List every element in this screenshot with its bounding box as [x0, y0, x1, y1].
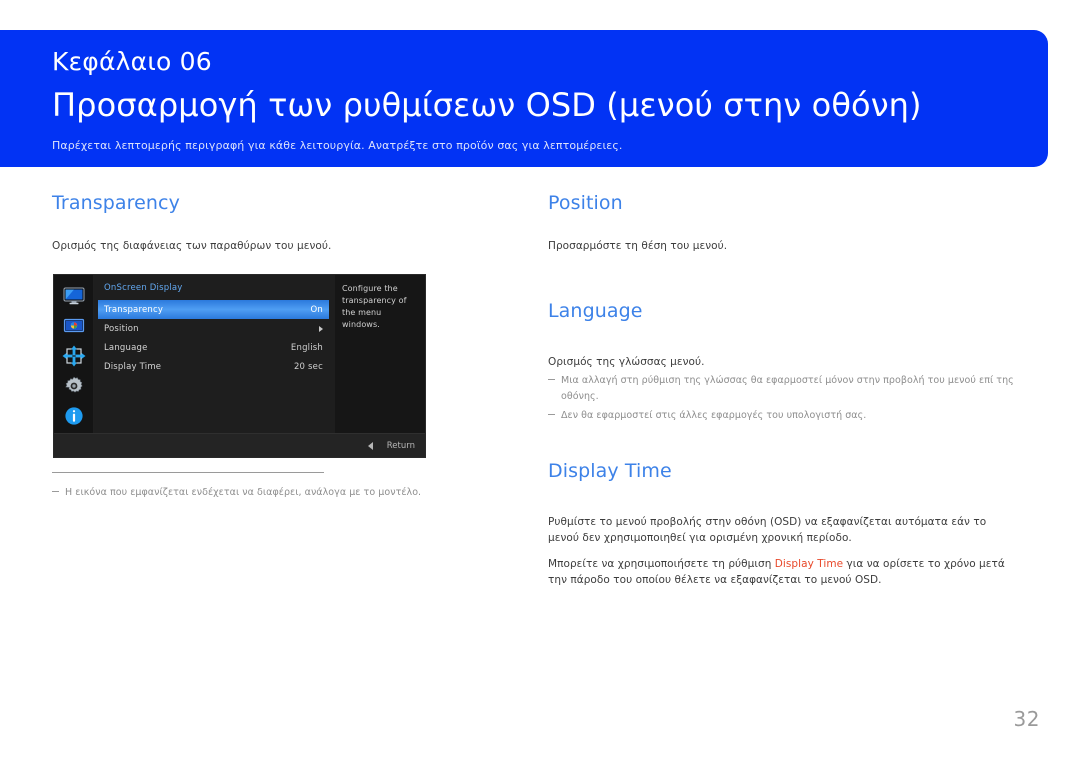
- display-time-description-2: Μπορείτε να χρησιμοποιήσετε τη ρύθμιση D…: [548, 556, 1018, 588]
- osd-row-value: English: [290, 342, 323, 353]
- information-icon[interactable]: [62, 405, 86, 427]
- osd-menu-title: OnScreen Display: [104, 283, 183, 293]
- osd-row-label: Transparency: [104, 304, 164, 315]
- color-picture-icon[interactable]: [62, 315, 86, 337]
- osd-row-position[interactable]: Position: [94, 319, 335, 338]
- osd-row-language[interactable]: Language English: [94, 338, 335, 357]
- page-root: Κεφάλαιο 06 Προσαρμογή των ρυθμίσεων OSD…: [0, 0, 1080, 763]
- monitor-picture-icon[interactable]: [62, 285, 86, 307]
- osd-row-transparency[interactable]: Transparency On: [98, 300, 329, 319]
- osd-icon-rail: [54, 275, 94, 433]
- osd-return-label[interactable]: Return: [387, 441, 415, 451]
- language-note-2: Δεν θα εφαρμοστεί στις άλλες εφαρμογές τ…: [548, 408, 1018, 424]
- chapter-label: Κεφάλαιο 06: [52, 47, 212, 76]
- page-title: Προσαρμογή των ρυθμίσεων OSD (μενού στην…: [52, 86, 922, 124]
- footnote-area: Η εικόνα που εμφανίζεται ενδέχεται να δι…: [52, 482, 482, 501]
- osd-row-label: Display Time: [104, 361, 162, 372]
- display-time-term: Display Time: [774, 558, 844, 570]
- display-time-desc2-before: Μπορείτε να χρησιμοποιήσετε τη ρύθμιση: [548, 558, 775, 570]
- section-heading-transparency: Transparency: [52, 192, 180, 214]
- osd-menu-panel: OnScreen Display Transparency On Positio…: [94, 275, 335, 433]
- image-disclaimer-note: Η εικόνα που εμφανίζεται ενδέχεται να δι…: [52, 485, 482, 501]
- language-description: Ορισμός της γλώσσας μενού.: [548, 356, 705, 368]
- position-description: Προσαρμόστε τη θέση του μενού.: [548, 240, 728, 252]
- section-heading-position: Position: [548, 192, 623, 214]
- left-column: Transparency Ορισμός της διαφάνειας των …: [52, 190, 482, 254]
- back-arrow-icon[interactable]: [367, 441, 373, 450]
- osd-body: OnScreen Display Transparency On Positio…: [54, 275, 425, 433]
- osd-menu-screenshot: OnScreen Display Transparency On Positio…: [53, 274, 426, 458]
- osd-row-value: 20 sec: [293, 361, 323, 372]
- chevron-right-icon: [319, 325, 323, 332]
- chapter-header-banner: Κεφάλαιο 06 Προσαρμογή των ρυθμίσεων OSD…: [0, 30, 1048, 167]
- onscreen-display-icon[interactable]: [62, 345, 86, 367]
- page-subtitle: Παρέχεται λεπτομερής περιγραφή για κάθε …: [52, 139, 623, 152]
- osd-row-label: Language: [104, 342, 148, 353]
- osd-row-label: Position: [104, 323, 139, 334]
- osd-help-text: Configure the transparency of the menu w…: [335, 275, 425, 433]
- section-heading-display-time: Display Time: [548, 460, 672, 482]
- display-time-description-1: Ρυθμίστε το μενού προβολής στην οθόνη (O…: [548, 516, 987, 544]
- osd-row-value: On: [310, 304, 323, 315]
- footnote-divider: [52, 472, 324, 473]
- osd-footer-bar: Return: [54, 433, 425, 457]
- language-note-1: Μια αλλαγή στη ρύθμιση της γλώσσας θα εφ…: [548, 373, 1018, 405]
- section-heading-language: Language: [548, 300, 643, 322]
- system-gear-icon[interactable]: [62, 375, 86, 397]
- osd-row-display-time[interactable]: Display Time 20 sec: [94, 357, 335, 376]
- page-number: 32: [1013, 707, 1040, 731]
- transparency-description: Ορισμός της διαφάνειας των παραθύρων του…: [52, 240, 332, 252]
- right-column: Position Προσαρμόστε τη θέση του μενού. …: [548, 190, 1018, 588]
